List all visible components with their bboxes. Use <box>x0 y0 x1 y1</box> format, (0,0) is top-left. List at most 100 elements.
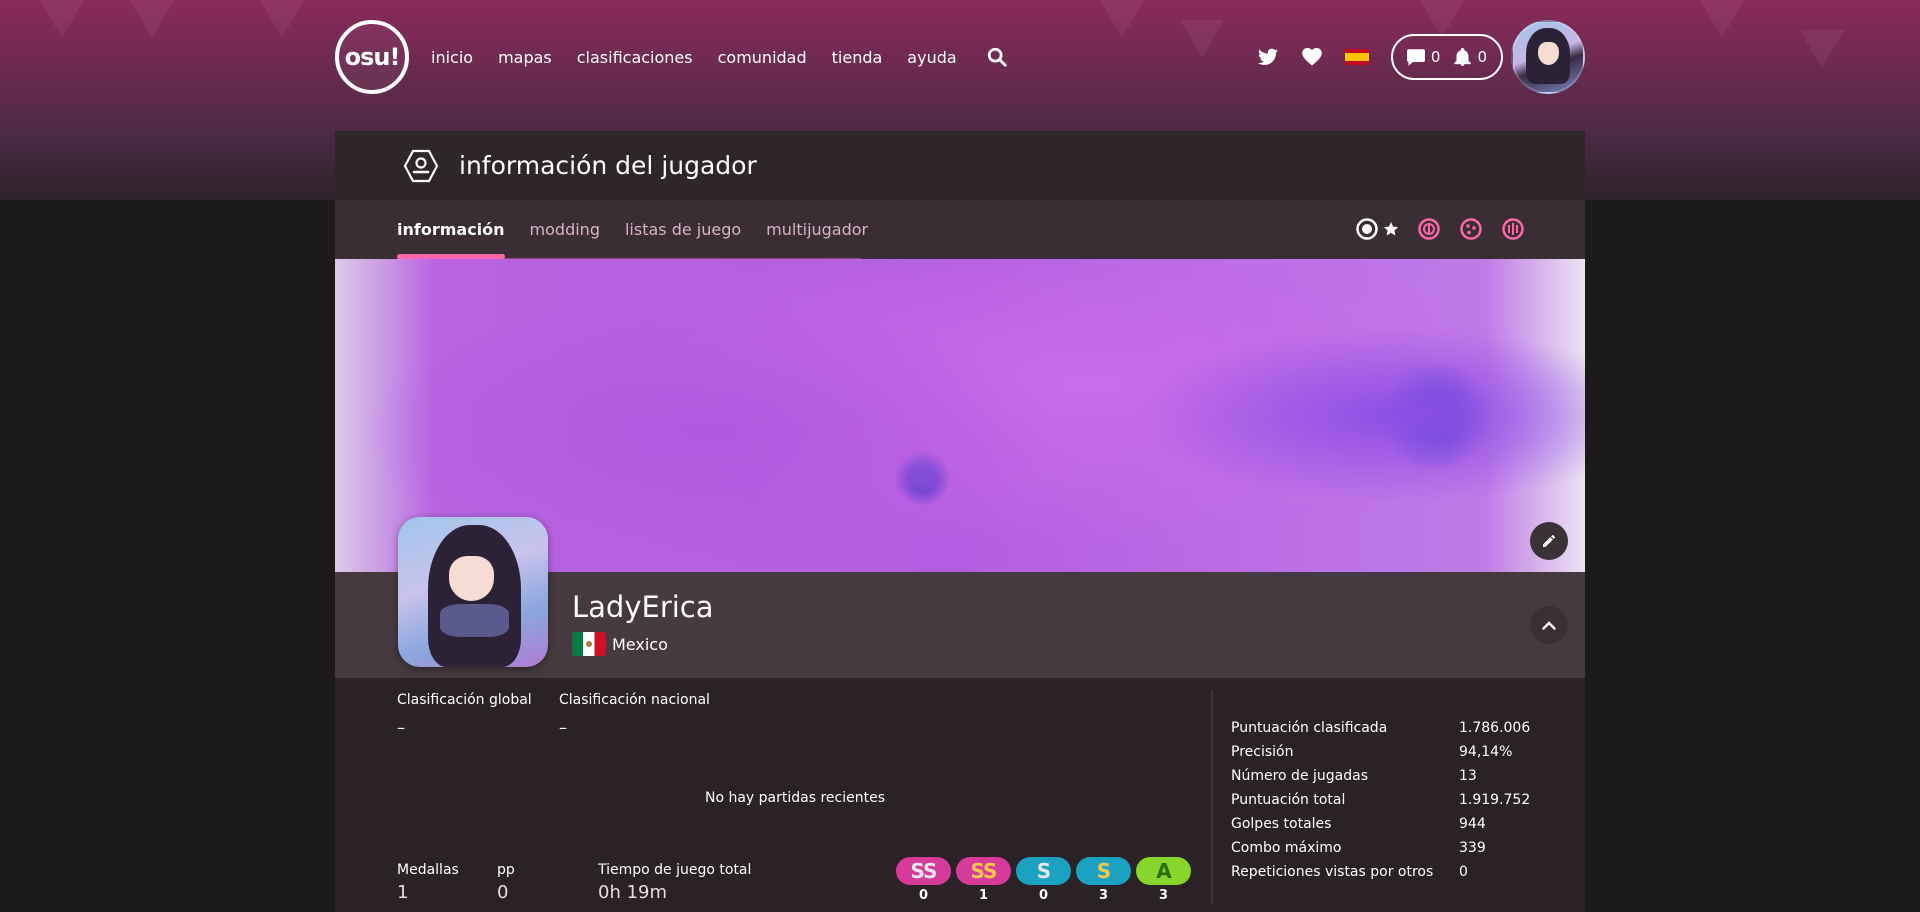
grade-a-count: 3 <box>1158 888 1169 903</box>
grade-ssh-badge: SS <box>896 857 951 885</box>
tab-listas-de-juego[interactable]: listas de juego <box>625 200 741 259</box>
chat-count: 0 <box>1430 48 1441 66</box>
playtime-value: 0h 19m <box>598 882 668 903</box>
stat-row: Precisión 94,14% <box>1231 740 1530 764</box>
stat-value: 13 <box>1459 768 1477 784</box>
nav-right: 0 0 <box>1235 20 1585 94</box>
grade-ss-count: 1 <box>978 888 989 903</box>
grade-sh-count: 0 <box>1038 888 1049 903</box>
mode-catch-icon[interactable] <box>1459 217 1483 241</box>
stat-row: Puntuación total 1.919.752 <box>1231 788 1530 812</box>
grade-ssh-count: 0 <box>918 888 929 903</box>
grade-ss-badge: SS <box>956 857 1011 885</box>
grade-a: A 3 <box>1136 857 1191 903</box>
grade-ss: SS 1 <box>956 857 1011 903</box>
nav-link-mapas[interactable]: mapas <box>498 48 552 67</box>
grade-s: S 3 <box>1076 857 1131 903</box>
stat-value: 1.786.006 <box>1459 720 1531 736</box>
stat-label: Combo máximo <box>1231 840 1342 856</box>
chevron-up-icon <box>1542 621 1556 630</box>
language-flag-spain[interactable] <box>1344 49 1369 65</box>
country-name: Mexico <box>612 634 668 654</box>
stat-value: 944 <box>1459 816 1486 832</box>
grade-counts: SS 0 SS 1 S 0 S 3 A 3 <box>896 857 1191 903</box>
tab-modding[interactable]: modding <box>530 200 600 259</box>
medals-label: Medallas <box>397 862 459 878</box>
bell-notifications[interactable]: 0 <box>1454 48 1487 66</box>
stat-row: Combo máximo 339 <box>1231 836 1530 860</box>
nav-links: inicio mapas clasificaciones comunidad t… <box>431 46 1008 68</box>
stat-label: Precisión <box>1231 744 1294 760</box>
medals-stat: Medallas 1 <box>397 862 459 903</box>
nav-link-clasificaciones[interactable]: clasificaciones <box>577 48 693 67</box>
national-rank: Clasificación nacional – <box>559 692 710 737</box>
chat-icon <box>1406 48 1425 66</box>
nav-link-ayuda[interactable]: ayuda <box>907 48 956 67</box>
profile-page: información del jugador información modd… <box>335 131 1585 912</box>
stat-label: Puntuación clasificada <box>1231 720 1388 736</box>
stat-value: 1.919.752 <box>1459 792 1531 808</box>
mode-taiko-icon[interactable] <box>1417 217 1441 241</box>
stat-label: Puntuación total <box>1231 792 1346 808</box>
stat-label: Repeticiones vistas por otros <box>1231 864 1434 880</box>
heart-icon[interactable] <box>1301 46 1323 68</box>
game-mode-selector <box>1355 217 1525 241</box>
osu-logo[interactable]: osu! <box>335 20 409 94</box>
user-avatar[interactable] <box>1511 20 1585 94</box>
search-icon[interactable] <box>986 46 1008 68</box>
global-rank-value: – <box>397 718 405 737</box>
mode-osu-icon <box>1356 218 1378 240</box>
pencil-icon <box>1543 535 1555 547</box>
stat-value: 339 <box>1459 840 1486 856</box>
grade-s-badge: S <box>1076 857 1131 885</box>
tab-multijugador[interactable]: multijugador <box>766 200 868 259</box>
country[interactable]: Mexico <box>572 632 668 656</box>
profile-avatar <box>398 517 548 667</box>
profile-tabs: información modding listas de juego mult… <box>335 200 1585 259</box>
stat-row: Golpes totales 944 <box>1231 812 1530 836</box>
username: LadyErica <box>572 590 714 624</box>
stats-area: Clasificación global – Clasificación nac… <box>335 678 1585 912</box>
playtime-label: Tiempo de juego total <box>598 862 752 878</box>
grade-ssh: SS 0 <box>896 857 951 903</box>
mode-osu-default[interactable] <box>1355 217 1399 241</box>
global-rank: Clasificación global – <box>397 692 532 737</box>
nav-link-tienda[interactable]: tienda <box>832 48 883 67</box>
stat-label: Golpes totales <box>1231 816 1332 832</box>
national-rank-label: Clasificación nacional <box>559 692 710 708</box>
national-rank-value: – <box>559 718 567 737</box>
bell-icon <box>1454 48 1472 66</box>
grade-sh: S 0 <box>1016 857 1071 903</box>
page-header: información del jugador <box>335 131 1585 200</box>
edit-cover-button[interactable] <box>1530 522 1568 560</box>
page-title: información del jugador <box>459 151 757 180</box>
pp-value: 0 <box>497 882 509 903</box>
collapse-header-button[interactable] <box>1530 606 1568 644</box>
playtime-stat: Tiempo de juego total 0h 19m <box>598 862 751 903</box>
grade-sh-badge: S <box>1016 857 1071 885</box>
mexico-flag-icon <box>572 632 606 656</box>
twitter-icon[interactable] <box>1257 46 1279 68</box>
no-recent-plays: No hay partidas recientes <box>704 790 886 806</box>
nav-link-inicio[interactable]: inicio <box>431 48 473 67</box>
stats-divider <box>1211 690 1213 904</box>
chat-notifications[interactable]: 0 <box>1406 48 1441 66</box>
medals-value: 1 <box>397 882 409 903</box>
nav-link-comunidad[interactable]: comunidad <box>718 48 807 67</box>
profile-identity-row: LadyErica Mexico <box>335 517 1585 678</box>
pp-label: pp <box>497 862 515 878</box>
ranked-stats-list: Puntuación clasificada 1.786.006 Precisió… <box>1231 716 1530 884</box>
stat-label: Número de jugadas <box>1231 768 1368 784</box>
global-rank-label: Clasificación global <box>397 692 532 708</box>
top-navbar: osu! inicio mapas clasificaciones comuni… <box>335 18 1585 96</box>
pp-stat: pp 0 <box>497 862 515 903</box>
stat-row: Puntuación clasificada 1.786.006 <box>1231 716 1530 740</box>
stat-row: Número de jugadas 13 <box>1231 764 1530 788</box>
stat-value: 0 <box>1459 864 1468 880</box>
default-mode-star-icon <box>1383 222 1399 236</box>
notification-count: 0 <box>1477 48 1487 66</box>
tab-informacion[interactable]: información <box>397 200 505 259</box>
mode-mania-icon[interactable] <box>1501 217 1525 241</box>
grade-s-count: 3 <box>1098 888 1109 903</box>
notifications-pill: 0 0 <box>1390 34 1503 80</box>
